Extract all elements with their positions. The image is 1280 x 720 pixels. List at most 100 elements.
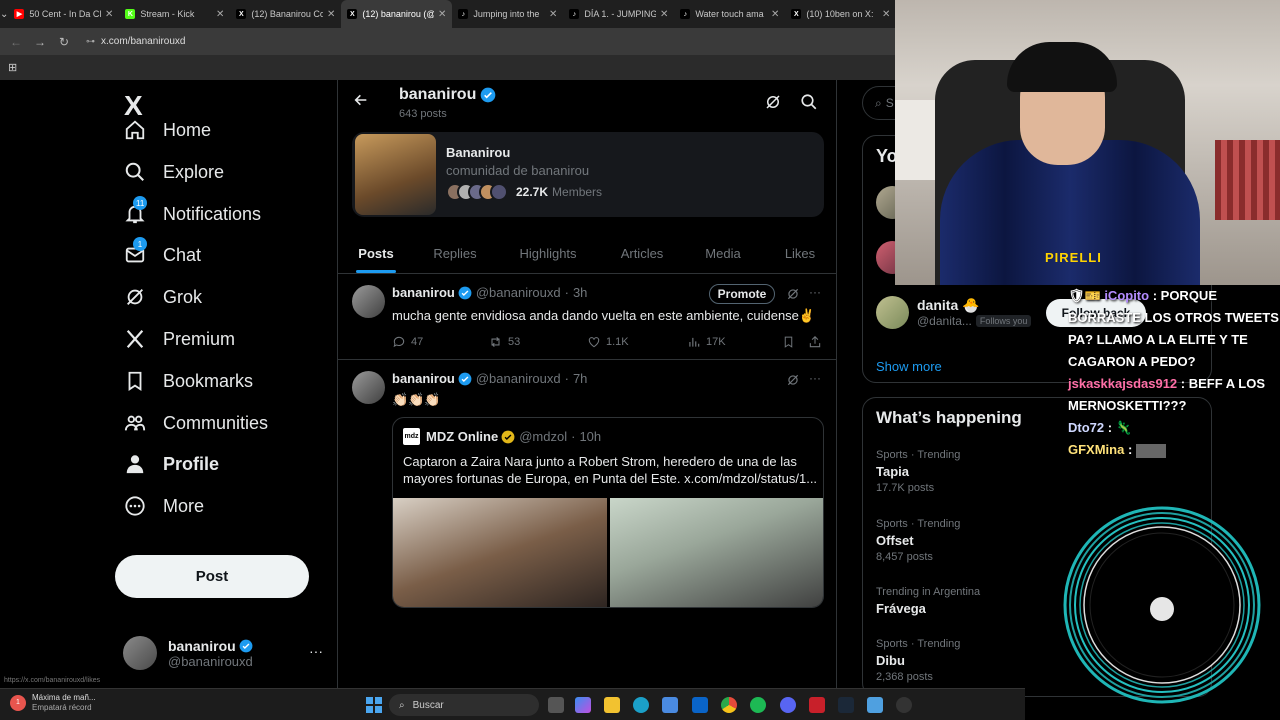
heart-icon — [588, 337, 600, 348]
tab-close-icon[interactable]: ✕ — [216, 9, 224, 20]
spotify-icon[interactable] — [750, 697, 766, 713]
sidebar-item-home[interactable]: Home — [123, 110, 211, 150]
copilot-icon[interactable] — [575, 697, 591, 713]
quoted-photo-2[interactable] — [610, 498, 823, 607]
sidebar-item-chat[interactable]: 1 Chat — [123, 235, 201, 275]
more-dots-icon[interactable]: ··· — [809, 285, 821, 299]
tab-close-icon[interactable]: ✕ — [660, 9, 668, 20]
promote-button[interactable]: Promote — [709, 284, 775, 304]
tab-highlights[interactable]: Highlights — [496, 233, 600, 273]
app-icon[interactable] — [867, 697, 883, 713]
browser-tab[interactable]: X (10) 10ben on X: ✕ — [785, 0, 896, 28]
tab-close-icon[interactable]: ✕ — [327, 9, 335, 20]
post-author-name[interactable]: bananirou — [392, 285, 455, 300]
edge-icon[interactable] — [633, 697, 649, 713]
chrome-icon[interactable] — [721, 697, 737, 713]
obs-icon[interactable] — [896, 697, 912, 713]
sidebar-item-profile[interactable]: Profile — [123, 444, 219, 484]
avatar[interactable] — [352, 285, 385, 318]
back-icon[interactable] — [353, 92, 369, 113]
browser-tab[interactable]: X (12) bananirou (@ ✕ — [341, 0, 453, 28]
store-icon[interactable] — [662, 697, 678, 713]
tab-close-icon[interactable]: ✕ — [438, 9, 446, 20]
tab-favicon-icon: ♪ — [569, 9, 580, 19]
post-handle[interactable]: @bananirouxd — [476, 371, 561, 386]
avatar[interactable] — [352, 371, 385, 404]
reload-icon[interactable]: ↻ — [52, 35, 76, 49]
trend-post-count: 8,457 posts — [876, 551, 933, 563]
tab-likes[interactable]: Likes — [762, 233, 836, 273]
sidebar-item-communities[interactable]: Communities — [123, 403, 268, 443]
forward-arrow-icon[interactable]: → — [28, 35, 52, 49]
tab-search-button[interactable]: ⌄ — [0, 0, 8, 28]
app-icon[interactable] — [809, 697, 825, 713]
show-more-link[interactable]: Show more — [876, 359, 942, 374]
start-icon[interactable] — [366, 697, 382, 713]
grok-icon[interactable] — [764, 93, 782, 116]
verified-badge-icon — [239, 639, 253, 652]
community-card[interactable]: Bananirou comunidad de bananirou 22.7K M… — [352, 132, 824, 217]
sidebar-item-explore[interactable]: Explore — [123, 152, 224, 192]
tab-close-icon[interactable]: ✕ — [771, 9, 779, 20]
tab-close-icon[interactable]: ✕ — [549, 9, 557, 20]
post-button[interactable]: Post — [115, 555, 309, 598]
repost-button[interactable]: 53 — [488, 335, 520, 349]
browser-tab[interactable]: ♪ DÍA 1. - JUMPING ✕ — [563, 0, 674, 28]
quoted-post[interactable]: mdz MDZ Online @mdzol · 10h Captaron a Z… — [392, 417, 824, 608]
post-author-name[interactable]: bananirou — [392, 371, 455, 386]
share-button[interactable] — [808, 335, 827, 349]
sidebar-item-more[interactable]: More — [123, 486, 204, 526]
sidebar-item-bookmarks[interactable]: Bookmarks — [123, 361, 253, 401]
discord-icon[interactable] — [780, 697, 796, 713]
trend-item[interactable]: Sports · Trending Offset 8,457 posts — [876, 518, 960, 563]
tab-media[interactable]: Media — [684, 233, 762, 273]
sidebar-item-label: Communities — [163, 412, 269, 433]
quoted-photo-1[interactable] — [393, 498, 607, 607]
like-button[interactable]: 1.1K — [587, 335, 629, 349]
tab-close-icon[interactable]: ✕ — [105, 9, 113, 20]
outlook-icon[interactable] — [692, 697, 708, 713]
weather-line-1: Máxima de mañ... — [32, 693, 96, 702]
trend-item[interactable]: Sports · Trending Tapia 17.7K posts — [876, 449, 960, 494]
bookmark-button[interactable] — [782, 335, 800, 349]
tab-replies[interactable]: Replies — [414, 233, 496, 273]
trend-item[interactable]: Sports · Trending Dibu 2,368 posts — [876, 638, 960, 683]
tab-posts[interactable]: Posts — [338, 233, 414, 273]
taskview-icon[interactable] — [548, 697, 564, 713]
post[interactable]: bananirou @bananirouxd · 3h Promote ··· … — [338, 275, 836, 360]
member-avatars — [446, 183, 508, 201]
back-arrow-icon[interactable]: ← — [4, 35, 28, 49]
site-info-icon[interactable]: ⊶ — [86, 36, 95, 47]
search-icon[interactable] — [800, 93, 818, 116]
browser-tab[interactable]: X (12) Bananirou Co ✕ — [230, 0, 341, 28]
reply-button[interactable]: 47 — [392, 335, 423, 349]
file-explorer-icon[interactable] — [604, 697, 620, 713]
post-time[interactable]: 7h — [573, 371, 587, 386]
sidebar-item-notifications[interactable]: 11 Notifications — [123, 194, 261, 234]
browser-tab[interactable]: ♪ Jumping into the ✕ — [452, 0, 563, 28]
post-header: bananirou @bananirouxd · 3h — [392, 285, 587, 300]
views-button[interactable]: 17K — [687, 335, 726, 349]
taskbar-search[interactable]: ⌕ Buscar — [389, 694, 539, 716]
browser-tab[interactable]: ▶ 50 Cent - In Da Cl ✕ — [8, 0, 119, 28]
sidebar-item-premium[interactable]: Premium — [123, 319, 235, 359]
more-dots-icon[interactable]: ··· — [309, 643, 323, 659]
grok-icon[interactable] — [786, 287, 800, 306]
trend-item[interactable]: Trending in Argentina Frávega — [876, 586, 980, 616]
tab-articles[interactable]: Articles — [600, 233, 684, 273]
browser-tab[interactable]: ♪ Water touch ama ✕ — [674, 0, 785, 28]
sidebar-item-grok[interactable]: Grok — [123, 277, 202, 317]
account-switcher[interactable]: bananirou @bananirouxd ··· — [123, 633, 323, 673]
apps-grid-icon[interactable]: ⊞ — [8, 61, 17, 74]
tab-close-icon[interactable]: ✕ — [882, 9, 890, 20]
post-handle[interactable]: @bananirouxd — [476, 285, 561, 300]
url-field[interactable]: ⊶ x.com/bananirouxd — [86, 36, 186, 47]
grok-icon[interactable] — [786, 373, 800, 392]
post-time[interactable]: 3h — [573, 285, 587, 300]
more-dots-icon[interactable]: ··· — [809, 371, 821, 385]
steam-icon[interactable] — [838, 697, 854, 713]
reply-count: 47 — [411, 336, 424, 348]
suggestion-row[interactable]: danita 🐣 @danita... Follows you — [876, 296, 1032, 329]
browser-tab[interactable]: K Stream - Kick ✕ — [119, 0, 230, 28]
weather-widget[interactable]: 1 Máxima de mañ... Empatará récord — [10, 693, 96, 713]
